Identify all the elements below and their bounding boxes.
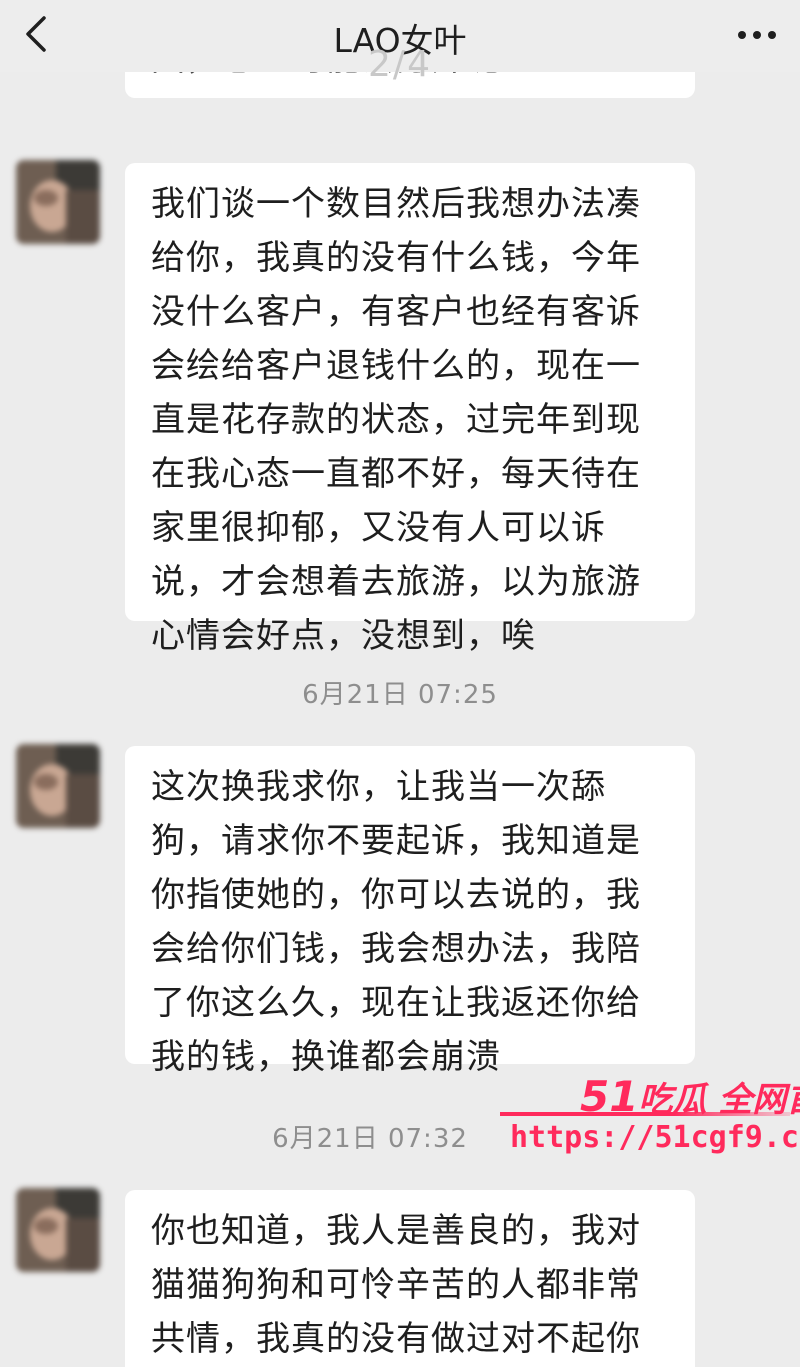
chat-screen: LAO女叶 2/4 回，怎么可能会分开呢 我们谈一个数目然后我想办法凑给你，我真… <box>0 0 800 1367</box>
avatar-image <box>16 1188 100 1272</box>
watermark-url: https://51cgf9.com <box>510 1120 800 1155</box>
message-bubble: 这次换我求你，让我当一次舔狗，请求你不要起诉，我知道是你指使她的，你可以去说的，… <box>125 746 695 1077</box>
message-timestamp: 6月21日 07:25 <box>302 680 498 710</box>
message-bubble: 你也知道，我人是善良的，我对猫猫狗狗和可怜辛苦的人都非常共情，我真的没有做过对不… <box>125 1190 695 1367</box>
avatar-image <box>16 160 100 244</box>
watermark: 51吃瓜 全网首发 https://51cgf9.com <box>500 1068 800 1168</box>
contact-avatar[interactable] <box>16 160 100 244</box>
contact-avatar[interactable] <box>16 744 100 828</box>
avatar-image <box>16 744 100 828</box>
watermark-divider <box>500 1112 790 1116</box>
message-bubble: 我们谈一个数目然后我想办法凑给你，我真的没有什么钱，今年没什么客户，有客户也经有… <box>125 163 695 656</box>
contact-avatar[interactable] <box>16 1188 100 1272</box>
image-page-indicator: 2/4 <box>368 44 432 85</box>
